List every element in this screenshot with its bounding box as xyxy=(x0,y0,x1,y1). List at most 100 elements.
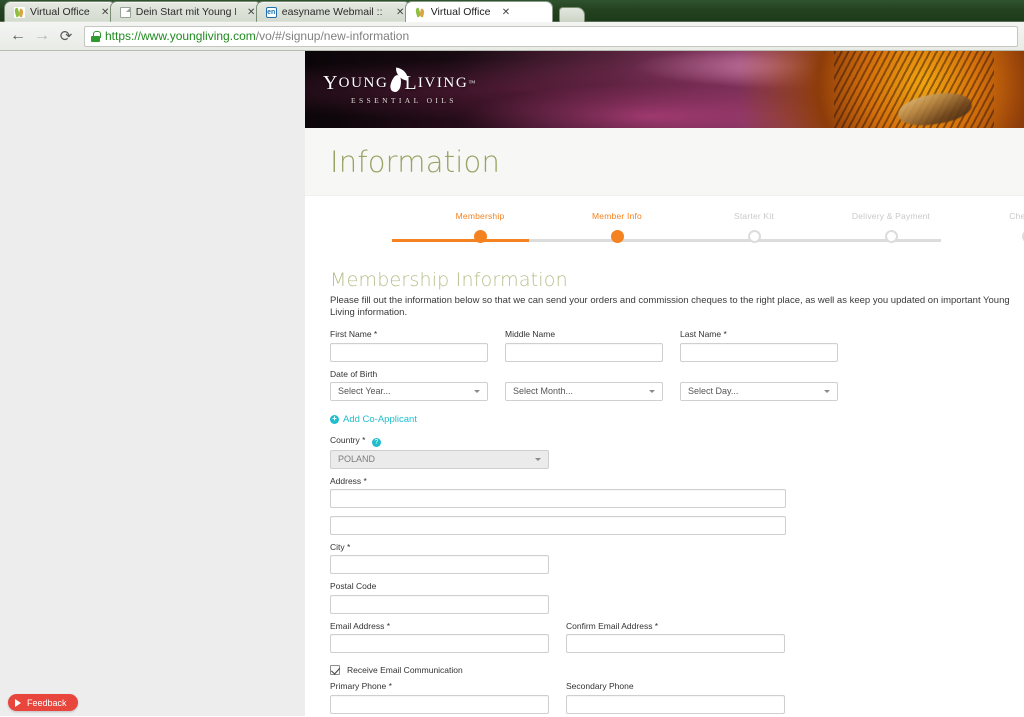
dob-day-group: Select Day... xyxy=(680,369,838,401)
address-form: Country * ? POLAND Address * City * Post… xyxy=(330,435,1024,661)
logo-wordmark: Y OUNG L IVING ™ xyxy=(323,73,475,93)
secondary-phone-group: Secondary Phone xyxy=(566,681,785,714)
last-name-label: Last Name * xyxy=(680,329,727,339)
tab-strip: Virtual Office ✕ Dein Start mit Young Li… xyxy=(0,0,1024,22)
back-icon[interactable]: ← xyxy=(6,24,30,48)
dob-month-label-spacer xyxy=(505,369,663,379)
date-of-birth-row: Date of Birth Select Year... Select Mont… xyxy=(330,369,1024,408)
browser-chrome: Virtual Office ✕ Dein Start mit Young Li… xyxy=(0,0,1024,51)
primary-phone-input[interactable] xyxy=(330,694,549,714)
play-triangle-icon xyxy=(15,698,21,707)
address-label: Address * xyxy=(330,475,367,486)
browser-tab-1[interactable]: Virtual Office ✕ xyxy=(4,1,116,22)
secondary-phone-input[interactable] xyxy=(566,694,785,714)
hero-banner: Y OUNG L IVING ™ ESSENTIAL OILS xyxy=(305,51,1024,128)
middle-name-label: Middle Name xyxy=(505,329,556,339)
browser-toolbar: ← → ⟳ https://www.youngliving.com/vo/#/s… xyxy=(0,22,1024,51)
url-path-part: /vo/#/signup/new-information xyxy=(255,29,410,43)
first-name-input[interactable] xyxy=(330,342,488,362)
new-tab-button[interactable] xyxy=(558,7,585,22)
primary-phone-group: Primary Phone * xyxy=(330,681,549,714)
step-delivery-payment[interactable]: Delivery & Payment xyxy=(831,211,951,243)
receive-email-checkbox[interactable] xyxy=(330,665,340,675)
dob-month-group: Select Month... xyxy=(505,369,663,401)
phone-form: Primary Phone * Secondary Phone xyxy=(330,681,1024,716)
primary-phone-label: Primary Phone * xyxy=(330,681,392,691)
feedback-button[interactable]: Feedback xyxy=(8,694,78,711)
phone-row: Primary Phone * Secondary Phone xyxy=(330,681,1024,716)
young-living-favicon xyxy=(14,6,25,18)
forward-icon[interactable]: → xyxy=(30,24,54,48)
young-living-logo[interactable]: Y OUNG L IVING ™ ESSENTIAL OILS xyxy=(323,73,475,105)
first-name-label: First Name * xyxy=(330,329,378,339)
step-label: Member Info xyxy=(592,211,642,221)
logo-word-young-rest: OUNG xyxy=(338,75,389,91)
country-label-wrap: Country * ? xyxy=(330,435,549,447)
email-input[interactable] xyxy=(330,634,549,653)
receive-email-communication-row[interactable]: Receive Email Communication xyxy=(330,665,1024,675)
dob-year-value: Select Year... xyxy=(338,386,391,396)
logo-word-young-initial: Y xyxy=(323,72,339,94)
dob-month-value: Select Month... xyxy=(513,386,574,396)
site-container: Y OUNG L IVING ™ ESSENTIAL OILS Information… xyxy=(305,51,1024,716)
browser-tab-4-active[interactable]: Virtual Office ✕ xyxy=(404,1,553,22)
address-line2-group xyxy=(330,515,786,535)
reload-icon[interactable]: ⟳ xyxy=(54,24,78,48)
step-membership[interactable]: Membership xyxy=(420,211,540,243)
plus-circle-icon: + xyxy=(330,414,339,424)
step-starter-kit[interactable]: Starter Kit xyxy=(694,211,814,243)
confirm-email-input[interactable] xyxy=(566,634,785,653)
logo-tagline: ESSENTIAL OILS xyxy=(351,96,457,105)
signup-progress-stepper: Membership Member Info Starter Kit Deliv… xyxy=(392,211,1024,251)
city-input[interactable] xyxy=(330,555,549,574)
chevron-down-icon xyxy=(649,390,655,393)
receive-email-label: Receive Email Communication xyxy=(347,665,463,675)
membership-information-description: Please fill out the information below so… xyxy=(330,295,1010,318)
city-label: City * xyxy=(330,541,351,552)
help-question-icon[interactable]: ? xyxy=(371,437,381,447)
tab-title: easyname Webmail :: Utw xyxy=(281,6,385,18)
country-label: Country * xyxy=(330,434,366,445)
en-favicon: en xyxy=(265,6,277,18)
browser-tab-3[interactable]: en easyname Webmail :: Utw ✕ xyxy=(255,1,411,22)
add-co-applicant-link[interactable]: + Add Co-Applicant xyxy=(330,414,417,425)
last-name-input[interactable] xyxy=(680,342,838,362)
chevron-down-icon xyxy=(824,390,830,393)
tab-title: Dein Start mit Young Livin xyxy=(135,6,236,18)
leaf-droplet-icon xyxy=(389,73,404,93)
page-content: Membership Member Info Starter Kit Deliv… xyxy=(305,196,1024,716)
lock-icon xyxy=(91,30,101,42)
dob-year-group: Date of Birth Select Year... xyxy=(330,369,488,401)
close-icon[interactable]: ✕ xyxy=(500,7,511,18)
tab-title: Virtual Office xyxy=(30,6,90,18)
step-dot xyxy=(747,230,761,243)
feedback-label: Feedback xyxy=(27,697,67,708)
city-group: City * xyxy=(330,541,549,574)
dob-year-select[interactable]: Select Year... xyxy=(330,381,488,401)
confirm-email-label: Confirm Email Address * xyxy=(566,620,659,631)
dob-month-select[interactable]: Select Month... xyxy=(505,381,663,401)
postal-code-label: Postal Code xyxy=(330,581,377,591)
postal-code-group: Postal Code xyxy=(330,581,549,614)
address-bar[interactable]: https://www.youngliving.com/vo/#/signup/… xyxy=(84,25,1018,47)
step-member-info[interactable]: Member Info xyxy=(557,211,677,243)
address-line2-input[interactable] xyxy=(330,515,786,535)
country-group: Country * ? POLAND xyxy=(330,435,549,469)
document-favicon xyxy=(119,6,131,18)
email-row: Email Address * Confirm Email Address * xyxy=(330,621,1024,661)
url-secure-part: https://www.youngliving.com xyxy=(105,29,256,43)
country-select[interactable]: POLAND xyxy=(330,449,549,469)
membership-form: First Name * Middle Name Last Name * Dat… xyxy=(330,329,1024,408)
dob-day-select[interactable]: Select Day... xyxy=(680,381,838,401)
confirm-email-group: Confirm Email Address * xyxy=(566,620,785,653)
page-viewport: Y OUNG L IVING ™ ESSENTIAL OILS Information… xyxy=(0,51,1024,716)
middle-name-input[interactable] xyxy=(505,342,663,362)
country-value: POLAND xyxy=(338,454,376,464)
postal-code-input[interactable] xyxy=(330,594,549,614)
address-line1-input[interactable] xyxy=(330,489,786,508)
step-checkout[interactable]: Checkout xyxy=(968,211,1024,243)
page-title-band: Information xyxy=(305,128,1024,196)
email-group: Email Address * xyxy=(330,621,549,653)
step-dot xyxy=(610,230,624,243)
browser-tab-2[interactable]: Dein Start mit Young Livin ✕ xyxy=(109,1,262,22)
